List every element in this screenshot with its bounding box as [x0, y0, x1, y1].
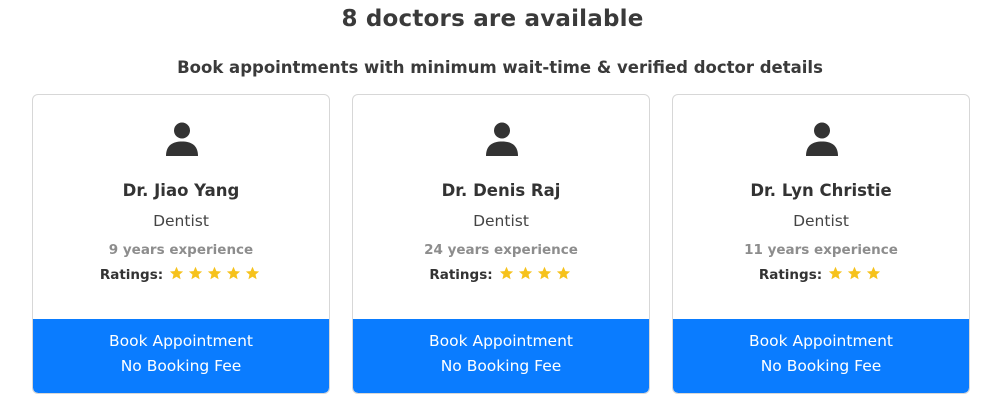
no-booking-fee-label: No Booking Fee — [760, 357, 882, 375]
page-subtitle: Book appointments with minimum wait-time… — [177, 58, 823, 77]
doctor-experience: 24 years experience — [424, 242, 578, 258]
no-booking-fee-label: No Booking Fee — [120, 357, 242, 375]
ratings-label: Ratings: — [429, 267, 493, 283]
star-icon — [537, 266, 551, 280]
star-icon — [227, 266, 241, 280]
star-icon — [208, 266, 222, 280]
book-appointment-button[interactable]: Book Appointment No Booking Fee — [673, 319, 969, 393]
star-icon — [867, 266, 881, 280]
doctor-card-list: Dr. Jiao Yang Dentist 9 years experience… — [32, 94, 972, 396]
star-icon — [246, 266, 260, 280]
doctor-experience: 11 years experience — [744, 242, 898, 258]
star-icon — [848, 266, 862, 280]
doctor-specialty: Dentist — [793, 212, 849, 230]
doctor-experience: 9 years experience — [108, 242, 254, 258]
star-icon — [829, 266, 843, 280]
doctor-specialty: Dentist — [473, 212, 529, 230]
ratings-label: Ratings: — [99, 267, 164, 283]
book-appointment-button[interactable]: Book Appointment No Booking Fee — [33, 319, 329, 393]
doctor-name: Dr. Jiao Yang — [122, 181, 240, 200]
user-avatar-icon — [484, 121, 520, 157]
doctor-card: Dr. Jiao Yang Dentist 9 years experience… — [32, 94, 330, 394]
star-icon — [499, 266, 513, 280]
user-avatar-icon — [804, 121, 840, 157]
user-avatar-icon — [164, 121, 200, 157]
ratings-label: Ratings: — [758, 267, 823, 283]
doctor-ratings: Ratings: — [353, 266, 649, 285]
doctor-name: Dr. Lyn Christie — [750, 181, 892, 200]
doctor-ratings: Ratings: — [33, 266, 329, 285]
rating-stars — [826, 266, 883, 285]
star-icon — [170, 266, 184, 280]
doctor-name: Dr. Denis Raj — [441, 181, 561, 200]
no-booking-fee-label: No Booking Fee — [440, 357, 562, 375]
book-appointment-button[interactable]: Book Appointment No Booking Fee — [353, 319, 649, 393]
star-icon — [556, 266, 570, 280]
page-title: 8 doctors are available — [341, 6, 644, 32]
rating-stars — [497, 266, 573, 285]
doctor-card: Dr. Denis Raj Dentist 24 years experienc… — [352, 94, 650, 394]
book-appointment-label: Book Appointment — [428, 332, 573, 350]
book-appointment-label: Book Appointment — [108, 332, 253, 350]
star-icon — [189, 266, 203, 280]
book-appointment-label: Book Appointment — [748, 332, 893, 350]
doctor-card: Dr. Lyn Christie Dentist 11 years experi… — [672, 94, 970, 394]
doctor-ratings: Ratings: — [673, 266, 969, 285]
rating-stars — [167, 266, 262, 285]
star-icon — [518, 266, 532, 280]
doctor-specialty: Dentist — [153, 212, 209, 230]
